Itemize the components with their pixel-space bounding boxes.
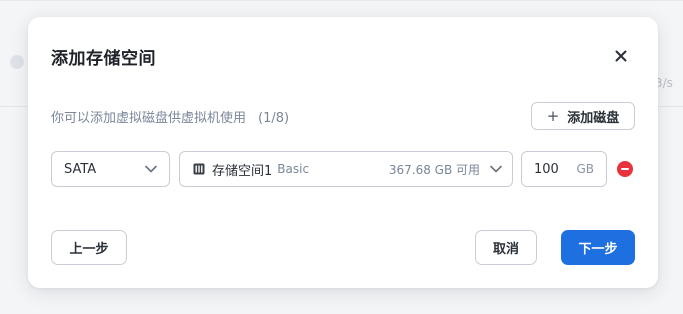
- chevron-down-icon: [490, 163, 502, 175]
- bus-type-select[interactable]: SATA: [51, 151, 170, 187]
- dialog-title: 添加存储空间: [51, 49, 156, 69]
- close-button[interactable]: [611, 46, 631, 66]
- bus-type-value: SATA: [64, 161, 97, 177]
- storage-pool-free: 367.68 GB 可用: [388, 162, 480, 177]
- remove-icon: [621, 168, 629, 170]
- plus-icon: +: [546, 107, 560, 125]
- disk-count: (1/8): [258, 111, 290, 126]
- storage-pool-icon: [193, 163, 205, 175]
- dialog-subtitle: 你可以添加虚拟磁盘供虚拟机使用 (1/8): [51, 107, 289, 126]
- remove-disk-button[interactable]: [617, 161, 633, 177]
- disk-size-input[interactable]: 100 GB: [521, 151, 607, 187]
- background-divider-top: [0, 0, 683, 1]
- background-status-dot: [10, 55, 24, 69]
- disk-size-value: 100: [534, 161, 559, 177]
- subtitle-text: 你可以添加虚拟磁盘供虚拟机使用: [51, 111, 247, 126]
- next-step-button[interactable]: 下一步: [561, 230, 635, 265]
- add-storage-dialog: 添加存储空间 你可以添加虚拟磁盘供虚拟机使用 (1/8) + 添加磁盘 SATA …: [28, 17, 658, 288]
- disk-size-unit: GB: [576, 162, 594, 176]
- add-disk-label: 添加磁盘: [567, 110, 620, 126]
- previous-step-button[interactable]: 上一步: [51, 230, 127, 265]
- chevron-down-icon: [145, 163, 157, 175]
- storage-pool-select[interactable]: 存储空间1 Basic 367.68 GB 可用: [179, 151, 513, 187]
- cancel-button[interactable]: 取消: [475, 230, 537, 265]
- storage-pool-name: 存储空间1: [212, 163, 273, 179]
- close-icon: [615, 50, 627, 62]
- storage-pool-tag: Basic: [277, 162, 310, 176]
- add-disk-button[interactable]: + 添加磁盘: [531, 102, 635, 130]
